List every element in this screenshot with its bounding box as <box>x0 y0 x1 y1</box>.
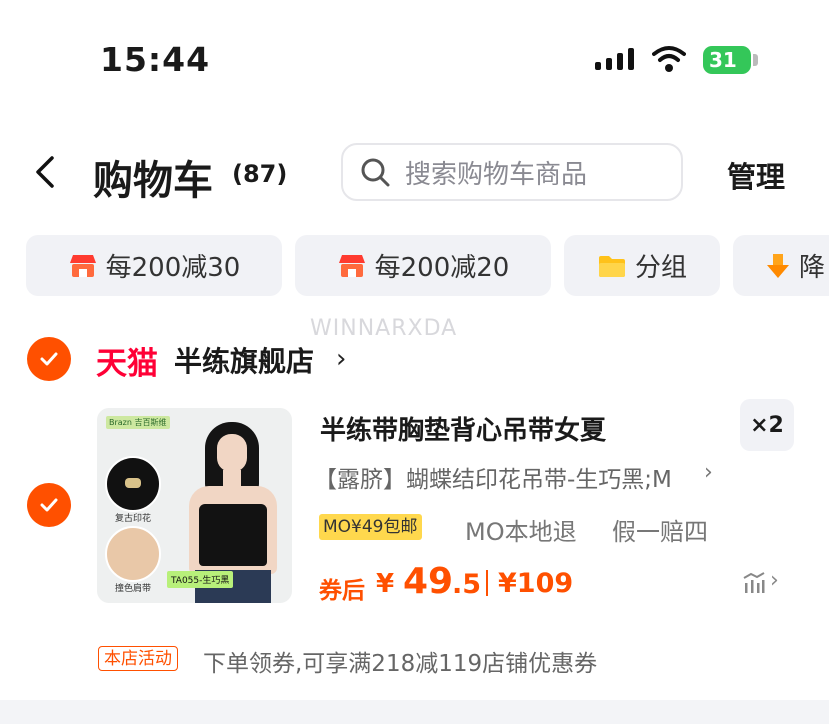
store-icon <box>338 254 365 277</box>
image-sku-tag: TA055-生巧黑 <box>167 571 234 588</box>
price-drop-icon <box>767 253 789 278</box>
quantity-badge[interactable]: ×2 <box>740 399 794 451</box>
product-spec[interactable]: 【露脐】蝴蝶结印花吊带-生巧黑;M <box>314 460 672 494</box>
original-price: ¥109 <box>498 568 574 599</box>
chip-discount-200-20[interactable]: 每200减20 <box>295 235 551 296</box>
checkmark-icon <box>40 352 58 366</box>
store-checkbox[interactable] <box>27 337 71 381</box>
shipping-badge: MO¥49包邮 <box>319 514 422 540</box>
search-icon <box>361 158 390 187</box>
checkmark-icon <box>40 498 58 512</box>
image-label-strap: 撞色肩带 <box>115 584 152 594</box>
chip-label: 每200减20 <box>374 253 510 283</box>
promo-badge: 本店活动 <box>98 646 178 671</box>
cellular-signal-icon <box>595 48 634 70</box>
battery-tip <box>753 54 758 66</box>
image-brand-tag: Brazn 吉百斯维 <box>106 416 170 429</box>
chip-discount-200-30[interactable]: 每200减30 <box>26 235 282 296</box>
battery-level: 31 <box>709 48 737 72</box>
chevron-right-icon[interactable]: › <box>336 344 346 374</box>
chip-price-drop[interactable]: 降 <box>733 235 829 296</box>
wifi-icon <box>652 46 686 72</box>
price-integer: 49 <box>403 561 454 602</box>
product-title[interactable]: 半练带胸垫背心吊带女夏 <box>320 410 606 447</box>
folder-icon <box>598 255 625 277</box>
chevron-right-icon[interactable]: › <box>770 568 779 593</box>
item-checkbox[interactable] <box>27 483 71 527</box>
back-icon[interactable] <box>30 152 60 192</box>
store-name[interactable]: 半练旗舰店 <box>174 340 314 380</box>
model-neck <box>223 470 241 488</box>
store-icon <box>69 254 96 277</box>
manage-button[interactable]: 管理 <box>727 154 785 196</box>
chip-group[interactable]: 分组 <box>564 235 720 296</box>
chevron-right-icon[interactable]: › <box>704 460 713 485</box>
filter-chips: 每200减30 每200减20 分组 降 <box>26 235 829 296</box>
return-tag: MO本地退 <box>465 518 577 546</box>
model-top <box>199 504 267 566</box>
detail-circle-print <box>105 456 161 512</box>
cart-count: (87) <box>232 160 288 188</box>
watermark: WINNARXDA <box>310 316 458 341</box>
section-divider <box>0 700 829 724</box>
detail-circle-strap <box>105 526 161 582</box>
status-time: 15:44 <box>100 40 211 79</box>
price-decimal: .5 <box>452 569 482 600</box>
search-input[interactable]: 搜索购物车商品 <box>341 143 683 201</box>
chip-label: 降 <box>799 253 826 283</box>
product-image[interactable]: Brazn 吉百斯维 复古印花 撞色肩带 TA055-生巧黑 <box>97 408 292 603</box>
chip-label: 分组 <box>634 253 687 283</box>
promo-text[interactable]: 下单领券,可享满218减119店铺优惠券 <box>203 644 597 678</box>
chip-label: 每200减30 <box>105 253 241 283</box>
battery-icon: 31 <box>703 46 751 74</box>
guarantee-tag: 假一赔四 <box>612 518 708 546</box>
page-title: 购物车 <box>93 158 213 204</box>
price-trend-icon[interactable] <box>742 572 766 594</box>
search-placeholder: 搜索购物车商品 <box>405 159 588 190</box>
tmall-logo: 天猫 <box>96 346 158 382</box>
model-face <box>217 434 247 472</box>
price-currency: ¥ <box>376 569 395 599</box>
price-label: 券后 <box>319 578 365 604</box>
price-divider <box>486 570 488 596</box>
image-label-print: 复古印花 <box>115 514 152 524</box>
